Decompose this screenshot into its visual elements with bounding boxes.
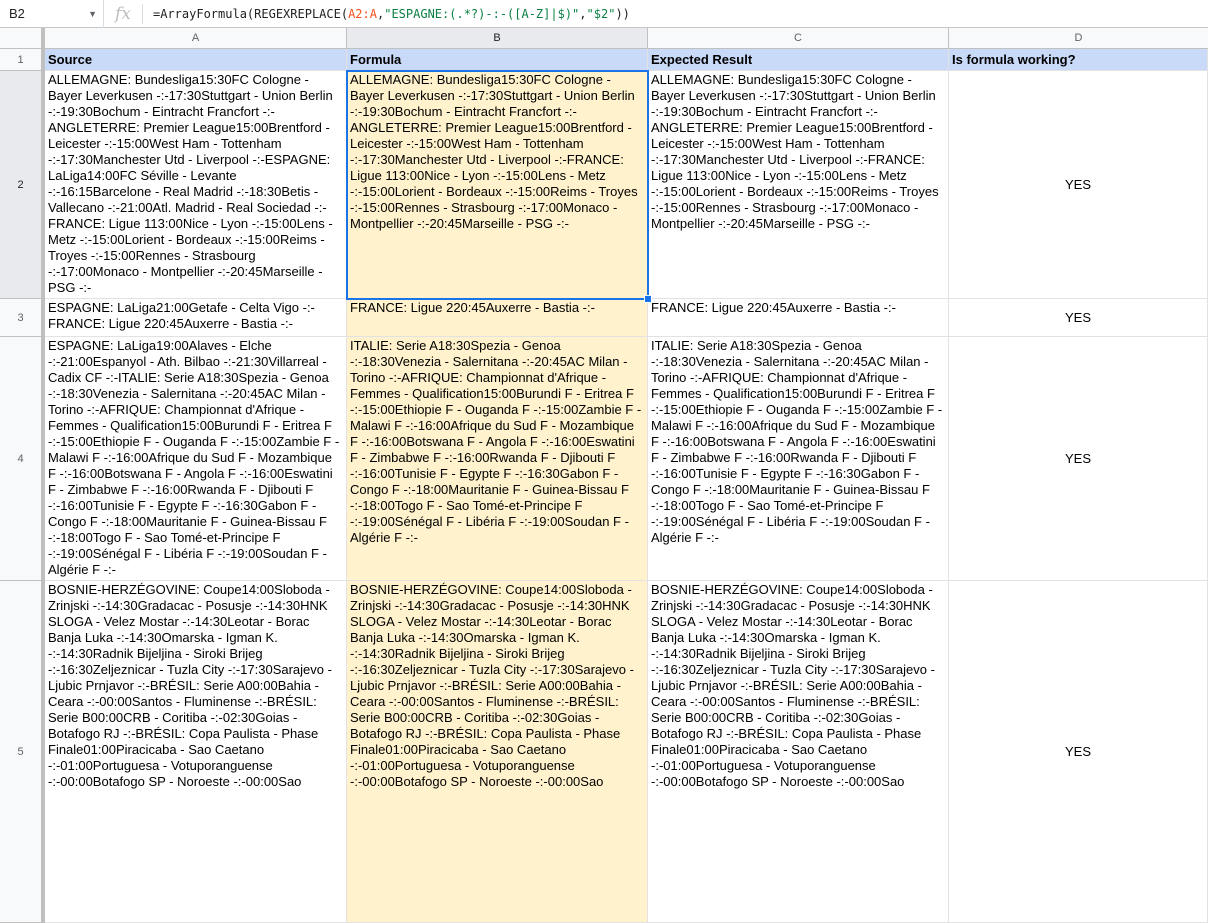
select-all-corner[interactable] [0, 28, 45, 48]
formula-cell[interactable]: ALLEMAGNE: Bundesliga15:30FC Cologne - B… [347, 71, 648, 299]
expected-cell[interactable]: ITALIE: Serie A18:30Spezia - Genoa -:-18… [648, 337, 949, 581]
formula-comma: , [579, 6, 587, 21]
table-row: 5 BOSNIE-HERZÉGOVINE: Coupe14:00Sloboda … [0, 581, 1208, 923]
header-cell-working[interactable]: Is formula working? [949, 49, 1208, 71]
name-box-value: B2 [9, 6, 25, 21]
table-row: 2 ALLEMAGNE: Bundesliga15:30FC Cologne -… [0, 71, 1208, 299]
source-cell[interactable]: ALLEMAGNE: Bundesliga15:30FC Cologne - B… [45, 71, 347, 299]
fx-icon: fx [115, 3, 131, 24]
formula-bar: B2 ▼ fx =ArrayFormula(REGEXREPLACE(A2:A,… [0, 0, 1208, 28]
formula-bar-divider [142, 3, 143, 24]
table-row: 3 ESPAGNE: LaLiga21:00Getafe - Celta Vig… [0, 299, 1208, 337]
row-header[interactable]: 1 [0, 49, 45, 71]
formula-cell[interactable]: ITALIE: Serie A18:30Spezia - Genoa -:-18… [347, 337, 648, 581]
formula-input[interactable]: =ArrayFormula(REGEXREPLACE(A2:A,"ESPAGNE… [153, 7, 630, 21]
name-box[interactable]: B2 ▼ [0, 0, 104, 28]
table-row: 4 ESPAGNE: LaLiga19:00Alaves - Elche -:-… [0, 337, 1208, 581]
expected-cell[interactable]: BOSNIE-HERZÉGOVINE: Coupe14:00Sloboda - … [648, 581, 949, 923]
source-cell[interactable]: ESPAGNE: LaLiga21:00Getafe - Celta Vigo … [45, 299, 347, 337]
formula-cell[interactable]: FRANCE: Ligue 220:45Auxerre - Bastia -:- [347, 299, 648, 337]
formula-cell[interactable]: BOSNIE-HERZÉGOVINE: Coupe14:00Sloboda - … [347, 581, 648, 923]
column-header-a[interactable]: A [45, 28, 347, 48]
header-cell-expected[interactable]: Expected Result [648, 49, 949, 71]
formula-replacement-string: "$2" [586, 6, 616, 21]
fill-handle[interactable] [644, 295, 652, 303]
formula-regex-string: "ESPAGNE:(.*?)-:-([A-Z]|$)" [384, 6, 580, 21]
expected-cell[interactable]: FRANCE: Ligue 220:45Auxerre - Bastia -:- [648, 299, 949, 337]
row-header[interactable]: 3 [0, 299, 45, 337]
source-cell[interactable]: BOSNIE-HERZÉGOVINE: Coupe14:00Sloboda - … [45, 581, 347, 923]
formula-range-ref: A2:A [348, 6, 377, 21]
formula-close: )) [615, 6, 630, 21]
row-header[interactable]: 5 [0, 581, 45, 923]
working-cell[interactable]: YES [949, 581, 1208, 923]
table-row: 1 Source Formula Expected Result Is form… [0, 49, 1208, 71]
working-cell[interactable]: YES [949, 337, 1208, 581]
expected-cell[interactable]: ALLEMAGNE: Bundesliga15:30FC Cologne - B… [648, 71, 949, 299]
column-header-b[interactable]: B [347, 28, 648, 48]
header-cell-source[interactable]: Source [45, 49, 347, 71]
chevron-down-icon[interactable]: ▼ [88, 9, 97, 19]
row-header[interactable]: 4 [0, 337, 45, 581]
row-header[interactable]: 2 [0, 71, 45, 299]
column-header-d[interactable]: D [949, 28, 1208, 48]
header-cell-formula[interactable]: Formula [347, 49, 648, 71]
working-cell[interactable]: YES [949, 71, 1208, 299]
column-header-c[interactable]: C [648, 28, 949, 48]
column-headers: A B C D [0, 28, 1208, 49]
formula-func: =ArrayFormula(REGEXREPLACE( [153, 6, 349, 21]
source-cell[interactable]: ESPAGNE: LaLiga19:00Alaves - Elche -:-21… [45, 337, 347, 581]
working-cell[interactable]: YES [949, 299, 1208, 337]
